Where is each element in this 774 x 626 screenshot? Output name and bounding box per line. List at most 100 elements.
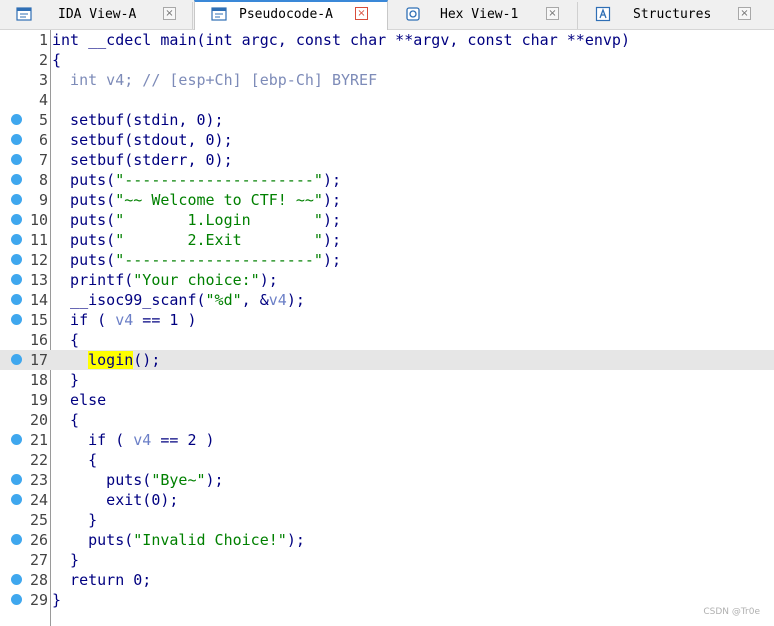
- code-text[interactable]: if ( v4 == 2 ): [52, 431, 215, 449]
- code-line[interactable]: 2{: [0, 50, 774, 70]
- code-text[interactable]: puts("Bye~");: [52, 471, 223, 489]
- breakpoint-dot-icon[interactable]: [11, 534, 22, 545]
- close-icon[interactable]: ×: [163, 7, 176, 20]
- highlighted-token[interactable]: login: [88, 351, 134, 369]
- code-text[interactable]: exit(0);: [52, 491, 178, 509]
- code-token: " 2.Exit ": [115, 231, 323, 249]
- breakpoint-dot-icon[interactable]: [11, 474, 22, 485]
- code-text[interactable]: {: [52, 331, 79, 349]
- code-text[interactable]: }: [52, 511, 97, 529]
- code-text[interactable]: login();: [52, 351, 160, 369]
- breakpoint-dot-icon[interactable]: [11, 494, 22, 505]
- code-text[interactable]: if ( v4 == 1 ): [52, 311, 196, 329]
- breakpoint-dot-icon[interactable]: [11, 594, 22, 605]
- code-line[interactable]: 21 if ( v4 == 2 ): [0, 430, 774, 450]
- tab-ida-view-a[interactable]: IDA View-A ×: [0, 2, 193, 29]
- code-token: == 2 ): [151, 431, 215, 449]
- code-line[interactable]: 11 puts(" 2.Exit ");: [0, 230, 774, 250]
- code-line[interactable]: 20 {: [0, 410, 774, 430]
- code-text[interactable]: puts("---------------------");: [52, 171, 341, 189]
- code-text[interactable]: int v4; // [esp+Ch] [ebp-Ch] BYREF: [52, 71, 377, 89]
- close-icon[interactable]: ×: [355, 7, 368, 20]
- code-token: if (: [52, 311, 116, 329]
- code-line[interactable]: 12 puts("---------------------");: [0, 250, 774, 270]
- code-text[interactable]: __isoc99_scanf("%d", &v4);: [52, 291, 305, 309]
- pseudocode-view[interactable]: 1 int __cdecl main(int argc, const char *…: [0, 30, 774, 626]
- tab-hex-view-1[interactable]: Hex View-1 ×: [389, 2, 578, 29]
- tab-structures[interactable]: Structures ×: [579, 2, 774, 29]
- breakpoint-dot-icon[interactable]: [11, 234, 22, 245]
- code-text[interactable]: puts("---------------------");: [52, 251, 341, 269]
- breakpoint-dot-icon[interactable]: [11, 354, 22, 365]
- code-text[interactable]: puts("~~ Welcome to CTF! ~~");: [52, 191, 341, 209]
- code-line[interactable]: 4: [0, 90, 774, 110]
- code-line[interactable]: 28 return 0;: [0, 570, 774, 590]
- code-text[interactable]: printf("Your choice:");: [52, 271, 278, 289]
- code-line[interactable]: 14 __isoc99_scanf("%d", &v4);: [0, 290, 774, 310]
- code-line[interactable]: 6 setbuf(stdout, 0);: [0, 130, 774, 150]
- line-number: 18: [29, 371, 48, 389]
- breakpoint-dot-icon[interactable]: [11, 174, 22, 185]
- code-line[interactable]: 15 if ( v4 == 1 ): [0, 310, 774, 330]
- tab-label: Structures: [633, 7, 712, 22]
- code-line[interactable]: 23 puts("Bye~");: [0, 470, 774, 490]
- code-line[interactable]: 3 int v4; // [esp+Ch] [ebp-Ch] BYREF: [0, 70, 774, 90]
- code-line[interactable]: 24 exit(0);: [0, 490, 774, 510]
- code-line[interactable]: 1 int __cdecl main(int argc, const char *…: [0, 30, 774, 50]
- code-text[interactable]: {: [52, 451, 97, 469]
- line-number: 5: [38, 111, 48, 129]
- code-text[interactable]: {: [52, 51, 61, 69]
- code-line[interactable]: 7 setbuf(stderr, 0);: [0, 150, 774, 170]
- code-line[interactable]: 18 }: [0, 370, 774, 390]
- breakpoint-dot-icon[interactable]: [11, 254, 22, 265]
- code-line[interactable]: 22 {: [0, 450, 774, 470]
- breakpoint-dot-icon[interactable]: [11, 214, 22, 225]
- code-text[interactable]: int __cdecl main(int argc, const char **…: [52, 31, 630, 49]
- code-line[interactable]: 16 {: [0, 330, 774, 350]
- code-token: }: [52, 591, 62, 609]
- close-icon[interactable]: ×: [738, 7, 751, 20]
- code-text[interactable]: }: [52, 591, 61, 609]
- code-line[interactable]: 9 puts("~~ Welcome to CTF! ~~");: [0, 190, 774, 210]
- code-line[interactable]: 17 login();: [0, 350, 774, 370]
- breakpoint-dot-icon[interactable]: [11, 114, 22, 125]
- code-text[interactable]: }: [52, 551, 79, 569]
- code-token: );: [286, 291, 305, 309]
- breakpoint-dot-icon[interactable]: [11, 194, 22, 205]
- code-text[interactable]: puts(" 2.Exit ");: [52, 231, 341, 249]
- code-text[interactable]: }: [52, 371, 79, 389]
- code-line[interactable]: 13 printf("Your choice:");: [0, 270, 774, 290]
- line-number: 6: [38, 131, 48, 149]
- code-line[interactable]: 27 }: [0, 550, 774, 570]
- code-line[interactable]: 5 setbuf(stdin, 0);: [0, 110, 774, 130]
- breakpoint-dot-icon[interactable]: [11, 434, 22, 445]
- code-line[interactable]: 25 }: [0, 510, 774, 530]
- code-line[interactable]: 10 puts(" 1.Login ");: [0, 210, 774, 230]
- tab-label: IDA View-A: [58, 7, 137, 22]
- code-line[interactable]: 26 puts("Invalid Choice!");: [0, 530, 774, 550]
- breakpoint-dot-icon[interactable]: [11, 314, 22, 325]
- code-text[interactable]: else: [52, 391, 106, 409]
- code-text[interactable]: puts("Invalid Choice!");: [52, 531, 305, 549]
- code-text[interactable]: setbuf(stderr, 0);: [52, 151, 233, 169]
- breakpoint-dot-icon[interactable]: [11, 294, 22, 305]
- breakpoint-dot-icon[interactable]: [11, 134, 22, 145]
- tab-pseudocode-a[interactable]: Pseudocode-A ×: [194, 0, 388, 30]
- code-line[interactable]: 8 puts("---------------------");: [0, 170, 774, 190]
- code-line[interactable]: 19 else: [0, 390, 774, 410]
- breakpoint-dot-icon[interactable]: [11, 574, 22, 585]
- breakpoint-dot-icon[interactable]: [11, 274, 22, 285]
- code-line[interactable]: 29}: [0, 590, 774, 610]
- line-number: 25: [29, 511, 48, 529]
- line-number: 28: [29, 571, 48, 589]
- close-icon[interactable]: ×: [546, 7, 559, 20]
- code-text[interactable]: {: [52, 411, 79, 429]
- code-text[interactable]: setbuf(stdout, 0);: [52, 131, 233, 149]
- code-token: puts(: [52, 211, 116, 229]
- code-text[interactable]: puts(" 1.Login ");: [52, 211, 341, 229]
- code-text[interactable]: return 0;: [52, 571, 151, 589]
- code-token: v4: [268, 291, 287, 309]
- code-text[interactable]: setbuf(stdin, 0);: [52, 111, 224, 129]
- breakpoint-dot-icon[interactable]: [11, 154, 22, 165]
- structures-icon: [595, 6, 611, 22]
